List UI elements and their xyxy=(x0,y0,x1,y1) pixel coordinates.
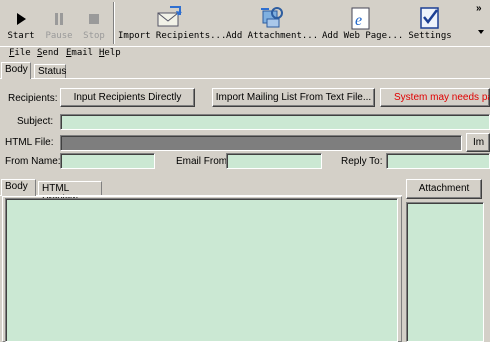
import-mailing-list-button[interactable]: Import Mailing List From Text File... xyxy=(212,88,375,107)
tab-html-preview[interactable]: HTML Preview xyxy=(38,181,102,205)
svg-text:e: e xyxy=(355,12,362,29)
subject-field[interactable] xyxy=(60,114,490,130)
envelope-icon xyxy=(157,6,182,27)
reply-to-field[interactable] xyxy=(386,153,490,169)
html-file-import-button[interactable]: Im xyxy=(466,133,490,152)
recipients-label: Recipients: xyxy=(8,93,58,104)
menu-file-rest: ile xyxy=(14,48,31,58)
menu-email-rest: mail xyxy=(71,48,94,58)
pause-label: Pause xyxy=(45,31,73,41)
add-web-page-label: Add Web Page... xyxy=(322,31,404,41)
add-attachment-label: Add Attachment... xyxy=(226,31,319,41)
add-attachment-button[interactable]: Add Attachment... xyxy=(226,2,318,44)
attachment-icon xyxy=(261,7,283,28)
html-file-label: HTML File: xyxy=(5,137,54,148)
menu-help[interactable]: Help xyxy=(99,48,121,58)
menu-help-rest: elp xyxy=(104,48,121,58)
toolbar-separator xyxy=(113,2,115,44)
stop-button[interactable]: Stop xyxy=(78,2,110,44)
subject-label: Subject: xyxy=(17,116,54,127)
pause-button[interactable]: Pause xyxy=(42,2,76,44)
stop-label: Stop xyxy=(83,31,105,41)
toolbar-overflow-chevron[interactable]: » xyxy=(476,3,482,14)
stop-icon xyxy=(89,14,99,24)
tab-status[interactable]: Status xyxy=(34,64,66,79)
pause-icon xyxy=(55,13,63,25)
settings-label: Settings xyxy=(408,31,452,41)
import-recipients-label: Import Recipients... xyxy=(118,31,227,41)
menu-send[interactable]: Send xyxy=(37,48,59,58)
play-icon xyxy=(17,13,26,25)
attachment-header[interactable]: Attachment xyxy=(406,179,482,199)
from-name-field[interactable] xyxy=(60,153,155,169)
menu-email[interactable]: Email xyxy=(66,48,93,58)
body-textarea[interactable] xyxy=(5,198,398,342)
from-name-label: From Name: xyxy=(5,156,61,167)
tab-body-editor[interactable]: Body xyxy=(1,179,36,196)
web-page-icon: e xyxy=(351,7,370,30)
menu-send-rest: end xyxy=(42,48,59,58)
menu-bar: File Send Email Help xyxy=(0,46,490,63)
system-warning-button[interactable]: System may needs patch xyxy=(380,88,490,107)
menu-file[interactable]: File xyxy=(9,48,31,58)
toolbar: Start Pause Stop Import Recipients... Ad… xyxy=(0,0,490,47)
start-label: Start xyxy=(7,31,35,41)
add-web-page-button[interactable]: e Add Web Page... xyxy=(322,2,404,44)
attachment-list[interactable] xyxy=(406,202,484,342)
reply-to-label: Reply To: xyxy=(341,156,383,167)
email-from-label: Email From: xyxy=(176,156,230,167)
email-from-field[interactable] xyxy=(226,153,322,169)
settings-icon xyxy=(420,7,439,29)
tab-strip-line xyxy=(0,78,490,79)
settings-button[interactable]: Settings xyxy=(404,2,456,44)
chevron-down-icon[interactable] xyxy=(478,30,484,34)
input-recipients-directly-button[interactable]: Input Recipients Directly xyxy=(60,88,195,107)
start-button[interactable]: Start xyxy=(4,2,38,44)
html-file-field[interactable] xyxy=(60,135,462,151)
tab-body[interactable]: Body xyxy=(1,62,31,79)
import-recipients-button[interactable]: Import Recipients... xyxy=(118,2,227,44)
